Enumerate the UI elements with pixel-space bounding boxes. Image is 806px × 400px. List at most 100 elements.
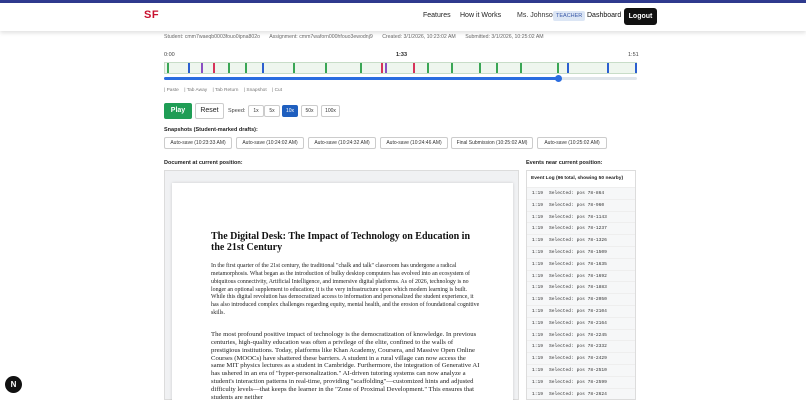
- event-time: 1:19: [532, 332, 544, 338]
- document-viewer[interactable]: The Digital Desk: The Impact of Technolo…: [164, 170, 519, 400]
- event-time: 1:19: [532, 356, 544, 362]
- legend-tab-return: | Tab Return: [212, 88, 239, 93]
- legend-snapshot: | Snapshot: [243, 88, 267, 93]
- event-timeline-track[interactable]: [164, 62, 637, 74]
- playback-slider-thumb[interactable]: [555, 74, 562, 82]
- event-description: Selected: pos 78-1509: [549, 249, 607, 255]
- event-log-row: 1:19 Selected: pos 78-1635: [527, 257, 635, 270]
- document-title: The Digital Desk: The Impact of Technolo…: [211, 231, 471, 253]
- event-time: 1:19: [532, 320, 544, 326]
- timeline-event-marker[interactable]: [213, 63, 215, 73]
- timeline-legend: | Paste | Tab Away | Tab Return | Snapsh…: [164, 88, 286, 93]
- event-description: Selected: pos 78-2624: [549, 391, 607, 397]
- speed-1x-button[interactable]: 1x: [248, 105, 264, 117]
- event-log-row: 1:19 Selected: pos 78-2599: [527, 375, 635, 388]
- timeline-event-marker[interactable]: [381, 63, 383, 73]
- speed-50x-button[interactable]: 50x: [301, 105, 318, 117]
- event-time: 1:19: [532, 214, 544, 220]
- time-end: 1:51: [628, 52, 639, 58]
- playback-slider[interactable]: [164, 74, 637, 82]
- timeline-event-marker[interactable]: [479, 63, 481, 73]
- timeline-event-marker[interactable]: [325, 63, 327, 73]
- event-description: Selected: pos 78-2164: [549, 320, 607, 326]
- event-description: Selected: pos 78-1883: [549, 285, 607, 291]
- speed-5x-button[interactable]: 5x: [264, 105, 280, 117]
- nav-link-features[interactable]: Features: [423, 12, 451, 19]
- event-log-row: 1:19 Selected: pos 78-1509: [527, 245, 635, 258]
- event-log-row: 1:19 Selected: pos 78-1143: [527, 210, 635, 223]
- reset-button[interactable]: Reset: [195, 103, 224, 119]
- timeline-event-marker[interactable]: [451, 63, 453, 73]
- speed-label: Speed:: [228, 108, 246, 114]
- timeline-event-marker[interactable]: [228, 63, 230, 73]
- legend-paste: | Paste: [164, 88, 179, 93]
- speed-10x-button[interactable]: 10x: [282, 105, 298, 117]
- timeline-event-marker[interactable]: [496, 63, 498, 73]
- timeline-event-marker[interactable]: [201, 63, 203, 73]
- event-log-title: Event Log (96 total, showing 50 nearby): [531, 176, 624, 181]
- event-log-row: 1:19 Selected: pos 78-864: [527, 187, 635, 199]
- event-description: Selected: pos 78-2245: [549, 332, 607, 338]
- snapshot-button-final[interactable]: Final Submission (10:25:02 AM): [451, 137, 533, 149]
- timeline-event-marker[interactable]: [607, 63, 609, 73]
- event-description: Selected: pos 78-2332: [549, 344, 607, 350]
- timeline-event-marker[interactable]: [413, 63, 415, 73]
- events-heading: Events near current position:: [526, 160, 603, 166]
- event-log-row: 1:19 Selected: pos 78-2332: [527, 340, 635, 353]
- timeline-event-marker[interactable]: [385, 63, 387, 73]
- document-page: The Digital Desk: The Impact of Technolo…: [172, 183, 513, 400]
- snapshot-button-6[interactable]: Auto-save (10:25:02 AM): [537, 137, 607, 149]
- role-badge: TEACHER: [553, 11, 586, 21]
- event-description: Selected: pos 78-1692: [549, 273, 607, 279]
- snapshot-button-4[interactable]: Auto-save (10:24:46 AM): [380, 137, 448, 149]
- event-description: Selected: pos 78-2599: [549, 379, 607, 385]
- timeline-event-marker[interactable]: [567, 63, 569, 73]
- event-log-row: 1:19 Selected: pos 78-1692: [527, 269, 635, 282]
- timeline-event-marker[interactable]: [262, 63, 264, 73]
- event-description: Selected: pos 78-1326: [549, 238, 607, 244]
- timeline-event-marker[interactable]: [188, 63, 190, 73]
- event-time: 1:19: [532, 285, 544, 291]
- event-time: 1:19: [532, 273, 544, 279]
- event-log-row: 1:19 Selected: pos 78-960: [527, 198, 635, 211]
- meta-student: Student: cmm7waeqb0003fouo0ipna802o: [164, 34, 261, 40]
- event-time: 1:19: [532, 308, 544, 314]
- event-description: Selected: pos 78-2050: [549, 297, 607, 303]
- snapshot-button-2[interactable]: Auto-save (10:24:02 AM): [236, 137, 304, 149]
- speed-100x-button[interactable]: 100x: [321, 105, 340, 117]
- timeline-event-marker[interactable]: [360, 63, 362, 73]
- nav-link-dashboard[interactable]: Dashboard: [587, 12, 621, 19]
- nav-link-how-it-works[interactable]: How it Works: [460, 12, 501, 19]
- legend-tab-away: | Tab Away: [184, 88, 208, 93]
- timeline-event-marker[interactable]: [635, 63, 637, 73]
- event-description: Selected: pos 78-2510: [549, 367, 607, 373]
- event-log-row: 1:19 Selected: pos 78-2429: [527, 352, 635, 364]
- timeline-event-marker[interactable]: [557, 63, 559, 73]
- event-log-row: 1:19 Selected: pos 78-2164: [527, 316, 635, 329]
- play-button[interactable]: Play: [164, 103, 192, 119]
- playback-slider-fill: [164, 77, 558, 80]
- timeline-event-marker[interactable]: [293, 63, 295, 73]
- event-log-row: 1:19 Selected: pos 78-1237: [527, 222, 635, 235]
- submission-meta: Student: cmm7waeqb0003fouo0ipna802o Assi…: [164, 34, 552, 40]
- floating-n-button[interactable]: N: [5, 376, 22, 393]
- document-paragraph-2: The most profound positive impact of tec…: [211, 331, 480, 400]
- document-heading: Document at current position:: [164, 160, 243, 166]
- event-description: Selected: pos 78-960: [549, 202, 605, 208]
- time-current: 1:33: [396, 52, 408, 58]
- event-log-panel[interactable]: Event Log (96 total, showing 50 nearby) …: [526, 170, 636, 400]
- event-log-row: 1:19 Selected: pos 78-1883: [527, 281, 635, 294]
- event-description: Selected: pos 78-2429: [549, 356, 607, 362]
- snapshot-button-3[interactable]: Auto-save (10:24:32 AM): [308, 137, 376, 149]
- event-time: 1:19: [532, 344, 544, 350]
- timeline-event-marker[interactable]: [245, 63, 247, 73]
- document-paragraph-1: In the first quarter of the 21st century…: [211, 263, 480, 317]
- timeline-event-marker[interactable]: [520, 63, 522, 73]
- event-time: 1:19: [532, 261, 544, 267]
- logout-button[interactable]: Logout: [624, 8, 657, 25]
- brand-logo[interactable]: SF: [144, 9, 159, 21]
- event-time: 1:19: [532, 367, 544, 373]
- timeline-event-marker[interactable]: [427, 63, 429, 73]
- timeline-event-marker[interactable]: [167, 63, 169, 73]
- snapshot-button-1[interactable]: Auto-save (10:23:33 AM): [164, 137, 232, 149]
